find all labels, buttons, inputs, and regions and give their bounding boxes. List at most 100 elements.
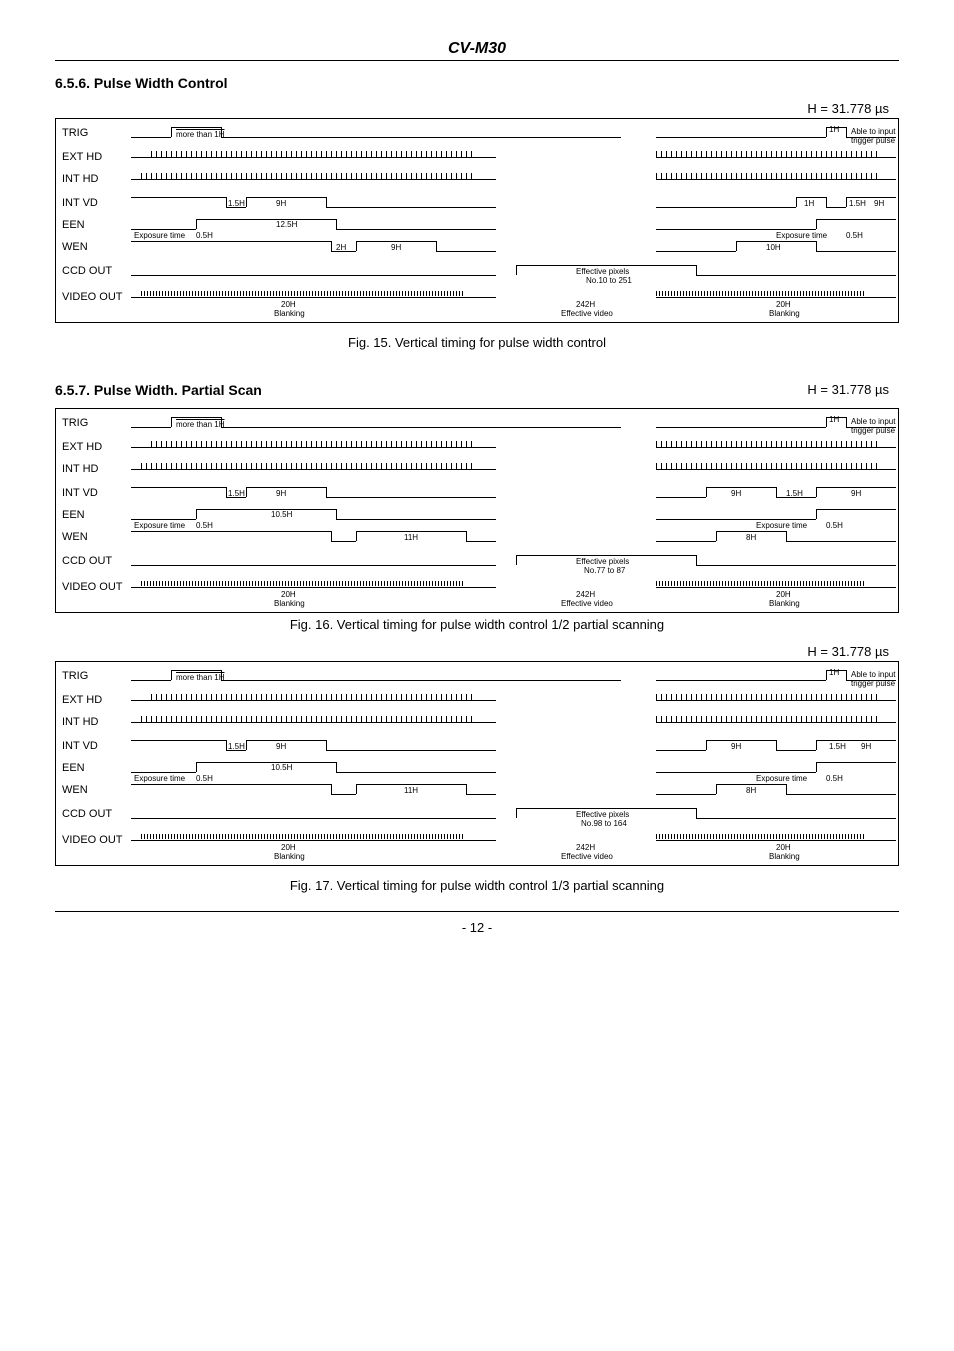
anno: Able to input <box>851 670 895 679</box>
label-wen: WEN <box>62 241 88 253</box>
anno: 11H <box>404 786 418 795</box>
figure-17-caption: Fig. 17. Vertical timing for pulse width… <box>55 878 899 893</box>
figure-16-caption: Fig. 16. Vertical timing for pulse width… <box>55 617 899 632</box>
anno: 1.5H <box>228 742 245 751</box>
label-trig: TRIG <box>62 127 88 139</box>
label-intvd: INT VD <box>62 197 98 209</box>
anno: 9H <box>731 742 741 751</box>
anno-10h: 10H <box>766 243 781 252</box>
anno: Blanking <box>769 599 800 608</box>
label-intvd: INT VD <box>62 487 98 499</box>
anno-9h-l: 9H <box>276 199 286 208</box>
label-trig: TRIG <box>62 670 88 682</box>
label-wen: WEN <box>62 784 88 796</box>
anno: 242H <box>576 843 595 852</box>
anno: Exposure time <box>756 774 807 783</box>
anno-125h: 12.5H <box>276 220 297 229</box>
anno: No.98 to 164 <box>581 819 627 828</box>
label-exthd: EXT HD <box>62 694 102 706</box>
anno: 8H <box>746 533 756 542</box>
section-657-title: 6.5.7. Pulse Width. Partial Scan <box>55 382 262 398</box>
label-trig: TRIG <box>62 417 88 429</box>
anno-effpix: Effective pixels <box>576 267 629 276</box>
anno-05h-l: 0.5H <box>196 231 213 240</box>
anno: 20H <box>281 590 296 599</box>
page-footer: - 12 - <box>55 911 899 935</box>
anno: Exposure time <box>134 774 185 783</box>
anno-1.5h-r: 1.5H <box>849 199 866 208</box>
anno: 20H <box>776 590 791 599</box>
anno: 0.5H <box>196 521 213 530</box>
anno: Exposure time <box>756 521 807 530</box>
anno: 8H <box>746 786 756 795</box>
anno-blank-r: Blanking <box>769 309 800 318</box>
anno: 1H <box>829 415 839 424</box>
anno-range1: No.10 to 251 <box>586 276 632 285</box>
label-exthd: EXT HD <box>62 151 102 163</box>
anno: trigger pulse <box>851 679 895 688</box>
anno-1.5h-l: 1.5H <box>228 199 245 208</box>
anno: 0.5H <box>196 774 213 783</box>
page-header-title: CV-M30 <box>55 40 899 61</box>
label-inthd: INT HD <box>62 716 98 728</box>
anno: 1.5H <box>228 489 245 498</box>
anno: 0.5H <box>826 521 843 530</box>
h-note-2: H = 31.778 µs <box>807 382 889 397</box>
anno-9h-r: 9H <box>874 199 884 208</box>
label-videoout: VIDEO OUT <box>62 291 123 303</box>
anno-1h: 1H <box>829 125 839 134</box>
anno-242h: 242H <box>576 300 595 309</box>
anno-exp-l: Exposure time <box>134 231 185 240</box>
anno: 11H <box>404 533 418 542</box>
anno: more than 1H <box>176 673 224 682</box>
anno: 9H <box>276 742 286 751</box>
anno: 10.5H <box>271 763 292 772</box>
figure-16-diagram: TRIG EXT HD INT HD INT VD EEN WEN CCD OU… <box>55 408 899 613</box>
anno: 20H <box>776 843 791 852</box>
anno: Effective video <box>561 852 613 861</box>
anno: Effective pixels <box>576 810 629 819</box>
label-inthd: INT HD <box>62 463 98 475</box>
anno: 10.5H <box>271 510 292 519</box>
label-een: EEN <box>62 219 85 231</box>
label-exthd: EXT HD <box>62 441 102 453</box>
h-note-3: H = 31.778 µs <box>55 644 889 659</box>
anno: No.77 to 87 <box>584 566 625 575</box>
anno: 20H <box>281 843 296 852</box>
h-note-1: H = 31.778 µs <box>55 101 889 116</box>
anno: Effective pixels <box>576 557 629 566</box>
anno-1h-r: 1H <box>804 199 814 208</box>
label-videoout: VIDEO OUT <box>62 581 123 593</box>
anno-able: Able to input <box>851 127 895 136</box>
anno: Exposure time <box>134 521 185 530</box>
anno: 9H <box>276 489 286 498</box>
anno-blank-l: Blanking <box>274 309 305 318</box>
anno-effvid: Effective video <box>561 309 613 318</box>
label-inthd: INT HD <box>62 173 98 185</box>
anno: Blanking <box>274 852 305 861</box>
anno: Able to input <box>851 417 895 426</box>
figure-17-diagram: TRIG EXT HD INT HD INT VD EEN WEN CCD OU… <box>55 661 899 866</box>
anno: Blanking <box>769 852 800 861</box>
anno: Effective video <box>561 599 613 608</box>
anno: 1.5H <box>829 742 846 751</box>
label-een: EEN <box>62 762 85 774</box>
anno: 0.5H <box>826 774 843 783</box>
anno: 1H <box>829 668 839 677</box>
anno-05h-r: 0.5H <box>846 231 863 240</box>
anno: 1.5H <box>786 489 803 498</box>
anno: trigger pulse <box>851 426 895 435</box>
anno: more than 1H <box>176 420 224 429</box>
anno-exp-r: Exposure time <box>776 231 827 240</box>
anno-2h: 2H <box>336 243 346 252</box>
anno: 9H <box>731 489 741 498</box>
anno-20h-r: 20H <box>776 300 791 309</box>
figure-15-diagram: TRIG EXT HD INT HD INT VD EEN WEN CCD OU… <box>55 118 899 323</box>
anno: Blanking <box>274 599 305 608</box>
label-ccdout: CCD OUT <box>62 555 112 567</box>
section-656-title: 6.5.6. Pulse Width Control <box>55 75 899 91</box>
anno-9h2: 9H <box>391 243 401 252</box>
figure-15-caption: Fig. 15. Vertical timing for pulse width… <box>55 335 899 350</box>
anno-more-than-1h: more than 1H <box>176 130 224 139</box>
label-ccdout: CCD OUT <box>62 808 112 820</box>
